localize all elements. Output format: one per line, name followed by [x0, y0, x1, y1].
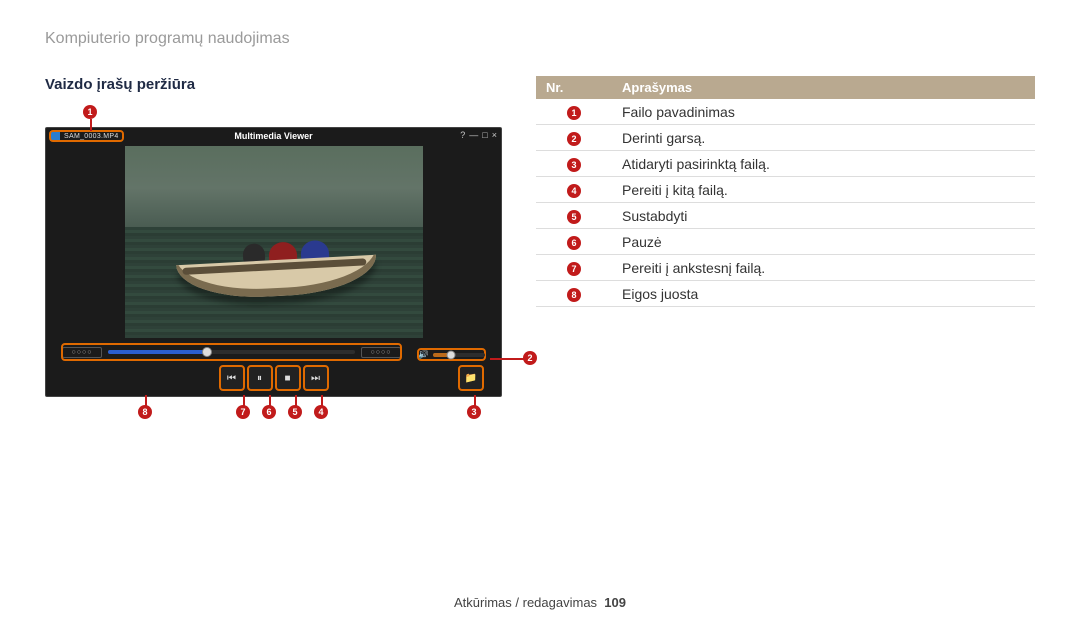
- table-row: 2 Derinti garsą.: [536, 125, 1035, 151]
- row-num: 8: [567, 288, 581, 302]
- progress-group: ○○○○ ○○○○: [62, 344, 401, 360]
- titlebar: SAM_0003.MP4 Multimedia Viewer ? — □ ×: [46, 128, 501, 144]
- close-button[interactable]: ×: [492, 130, 497, 140]
- stop-button[interactable]: ■: [276, 366, 300, 390]
- file-icon: [50, 131, 60, 141]
- row-num: 4: [567, 184, 581, 198]
- row-text: Pereiti į ankstesnį failą.: [612, 255, 1035, 281]
- chapter-title: Kompiuterio programų naudojimas: [45, 30, 1035, 48]
- transport-buttons: ⏮ ⏸ ■ ⏭: [46, 366, 501, 390]
- page-footer: Atkūrimas / redagavimas 109: [0, 595, 1080, 610]
- callout-4: 4: [314, 405, 328, 419]
- time-total: ○○○○: [361, 347, 401, 358]
- callout-2: 2: [523, 351, 537, 365]
- row-num: 7: [567, 262, 581, 276]
- row-text: Pereiti į kitą failą.: [612, 177, 1035, 203]
- table-row: 3 Atidaryti pasirinktą failą.: [536, 151, 1035, 177]
- row-text: Eigos juosta: [612, 281, 1035, 307]
- open-file-button[interactable]: 📁: [459, 366, 483, 390]
- table-row: 4 Pereiti į kitą failą.: [536, 177, 1035, 203]
- video-area[interactable]: [125, 146, 423, 338]
- speaker-icon[interactable]: 🔊: [418, 349, 429, 360]
- callout-7: 7: [236, 405, 250, 419]
- table-row: 8 Eigos juosta: [536, 281, 1035, 307]
- help-button[interactable]: ?: [460, 130, 465, 140]
- row-text: Atidaryti pasirinktą failą.: [612, 151, 1035, 177]
- footer-page: 109: [604, 595, 626, 610]
- callout-1: 1: [83, 105, 97, 119]
- callout-3: 3: [467, 405, 481, 419]
- time-elapsed: ○○○○: [62, 347, 102, 358]
- callout-8: 8: [138, 405, 152, 419]
- table-row: 7 Pereiti į ankstesnį failą.: [536, 255, 1035, 281]
- callout-6: 6: [262, 405, 276, 419]
- row-num: 3: [567, 158, 581, 172]
- th-desc: Aprašymas: [612, 76, 1035, 99]
- pause-button[interactable]: ⏸: [248, 366, 272, 390]
- filename-label: SAM_0003.MP4: [64, 133, 119, 140]
- table-row: 5 Sustabdyti: [536, 203, 1035, 229]
- row-num: 1: [567, 106, 581, 120]
- row-num: 5: [567, 210, 581, 224]
- row-text: Derinti garsą.: [612, 125, 1035, 151]
- volume-slider[interactable]: [433, 353, 485, 357]
- row-num: 6: [567, 236, 581, 250]
- row-num: 2: [567, 132, 581, 146]
- th-nr: Nr.: [536, 76, 612, 99]
- volume-group: 🔊: [418, 349, 485, 360]
- callout-5: 5: [288, 405, 302, 419]
- app-title: Multimedia Viewer: [234, 131, 312, 141]
- row-text: Failo pavadinimas: [612, 99, 1035, 125]
- section-title: Vaizdo įrašų peržiūra: [45, 76, 510, 93]
- description-table: Nr. Aprašymas 1 Failo pavadinimas 2 Derint…: [536, 76, 1035, 307]
- table-row: 6 Pauzė: [536, 229, 1035, 255]
- footer-section: Atkūrimas / redagavimas: [454, 595, 597, 610]
- progress-bar[interactable]: [108, 350, 355, 354]
- maximize-button[interactable]: □: [482, 130, 487, 140]
- next-button[interactable]: ⏭: [304, 366, 328, 390]
- player-stage: 1 SAM_0003.MP4 Multimedia Viewer ? — □: [45, 107, 510, 407]
- media-player-window: SAM_0003.MP4 Multimedia Viewer ? — □ ×: [45, 127, 502, 397]
- row-text: Pauzė: [612, 229, 1035, 255]
- prev-button[interactable]: ⏮: [220, 366, 244, 390]
- table-row: 1 Failo pavadinimas: [536, 99, 1035, 125]
- minimize-button[interactable]: —: [469, 130, 478, 140]
- row-text: Sustabdyti: [612, 203, 1035, 229]
